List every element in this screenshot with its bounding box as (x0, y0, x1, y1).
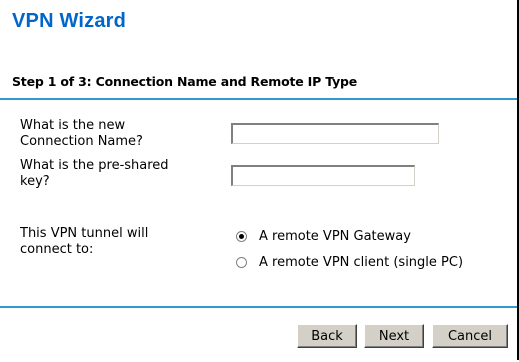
tunnel-label: This VPN tunnel will connect to: (20, 226, 148, 258)
back-button[interactable]: Back (297, 324, 357, 348)
preshared-key-label-line1: What is the pre-shared (20, 158, 169, 173)
connection-name-label: What is the new Connection Name? (20, 118, 143, 150)
divider-bottom (0, 306, 517, 308)
radio-option-label: A remote VPN Gateway (259, 229, 411, 244)
radio-option-vpn-gateway[interactable]: A remote VPN Gateway (236, 229, 411, 244)
connection-name-label-line1: What is the new (20, 118, 126, 133)
preshared-key-label-line2: key? (20, 174, 50, 189)
divider-top (0, 98, 517, 100)
tunnel-label-line1: This VPN tunnel will (20, 226, 149, 241)
step-title: Step 1 of 3: Connection Name and Remote … (12, 74, 358, 89)
cancel-button[interactable]: Cancel (432, 324, 508, 348)
next-button[interactable]: Next (364, 324, 424, 348)
preshared-key-input[interactable] (231, 165, 415, 186)
radio-selected-icon[interactable] (236, 231, 247, 242)
radio-option-label: A remote VPN client (single PC) (259, 255, 464, 270)
page-title: VPN Wizard (12, 10, 127, 32)
radio-option-vpn-client[interactable]: A remote VPN client (single PC) (236, 255, 463, 270)
preshared-key-label: What is the pre-shared key? (20, 158, 169, 190)
connection-name-label-line2: Connection Name? (20, 134, 143, 149)
tunnel-label-line2: connect to: (20, 242, 94, 257)
radio-unselected-icon[interactable] (236, 257, 247, 268)
connection-name-input[interactable] (231, 123, 439, 144)
vpn-wizard-panel: VPN Wizard Step 1 of 3: Connection Name … (0, 0, 519, 360)
